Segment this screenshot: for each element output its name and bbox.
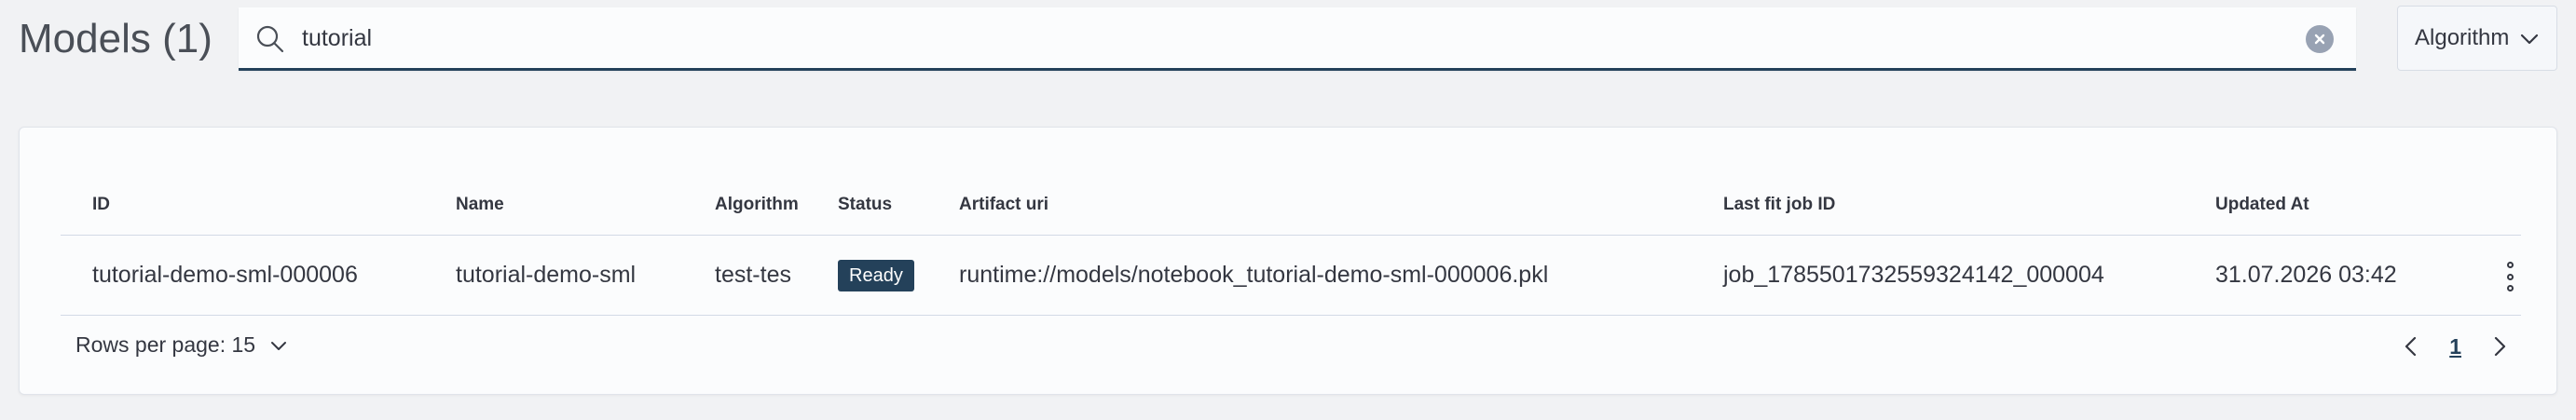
more-vertical-icon-dot — [2506, 285, 2514, 291]
page-header: Models (1) Algorithm — [0, 0, 2576, 84]
column-header-algorithm[interactable]: Algorithm — [715, 195, 799, 215]
search-bar[interactable] — [239, 7, 2356, 71]
column-header-artifact-uri[interactable]: Artifact uri — [959, 195, 1048, 215]
cell-name: tutorial-demo-sml — [456, 262, 637, 288]
algorithm-filter-label: Algorithm — [2415, 25, 2510, 50]
cell-updated-at: 31.07.2026 03:42 — [2215, 262, 2397, 288]
clear-search-button[interactable] — [2306, 25, 2334, 53]
rows-per-page-selector[interactable]: Rows per page: 15 — [75, 332, 289, 358]
search-icon — [256, 25, 284, 53]
search-input[interactable] — [302, 17, 2240, 60]
algorithm-filter-button[interactable]: Algorithm — [2397, 6, 2557, 71]
table-header: ID Name Algorithm Status Artifact uri La… — [61, 180, 2521, 236]
rows-per-page-label: Rows per page: 15 — [75, 332, 256, 357]
cell-last-fit-job-id: job_1785501732559324142_000004 — [1723, 262, 2104, 288]
column-header-name[interactable]: Name — [456, 195, 504, 215]
column-header-status[interactable]: Status — [838, 195, 892, 215]
column-header-id[interactable]: ID — [92, 195, 110, 215]
table-footer: Rows per page: 15 1 — [61, 316, 2521, 375]
more-vertical-icon-dot — [2506, 273, 2514, 280]
chevron-down-icon — [271, 341, 287, 350]
models-table-panel: ID Name Algorithm Status Artifact uri La… — [19, 127, 2557, 395]
cell-id: tutorial-demo-sml-000006 — [92, 262, 358, 288]
cell-artifact-uri: runtime://models/notebook_tutorial-demo-… — [959, 262, 1549, 288]
chevron-right-icon[interactable] — [2487, 334, 2512, 359]
status-badge: Ready — [838, 260, 914, 291]
more-vertical-icon — [2506, 262, 2514, 268]
chevron-down-icon — [2520, 34, 2539, 45]
column-header-last-fit-job-id[interactable]: Last fit job ID — [1723, 195, 1835, 215]
pagination: 1 — [2399, 331, 2512, 362]
table-row[interactable]: tutorial-demo-sml-000006 tutorial-demo-s… — [61, 236, 2521, 316]
row-actions-button[interactable] — [2497, 262, 2523, 291]
column-header-updated-at[interactable]: Updated At — [2215, 195, 2309, 215]
clear-icon — [2314, 34, 2325, 45]
page-title: Models (1) — [19, 16, 212, 61]
cell-algorithm: test-tes — [715, 262, 791, 288]
chevron-left-icon[interactable] — [2399, 334, 2423, 359]
page-number-button[interactable]: 1 — [2449, 334, 2461, 359]
